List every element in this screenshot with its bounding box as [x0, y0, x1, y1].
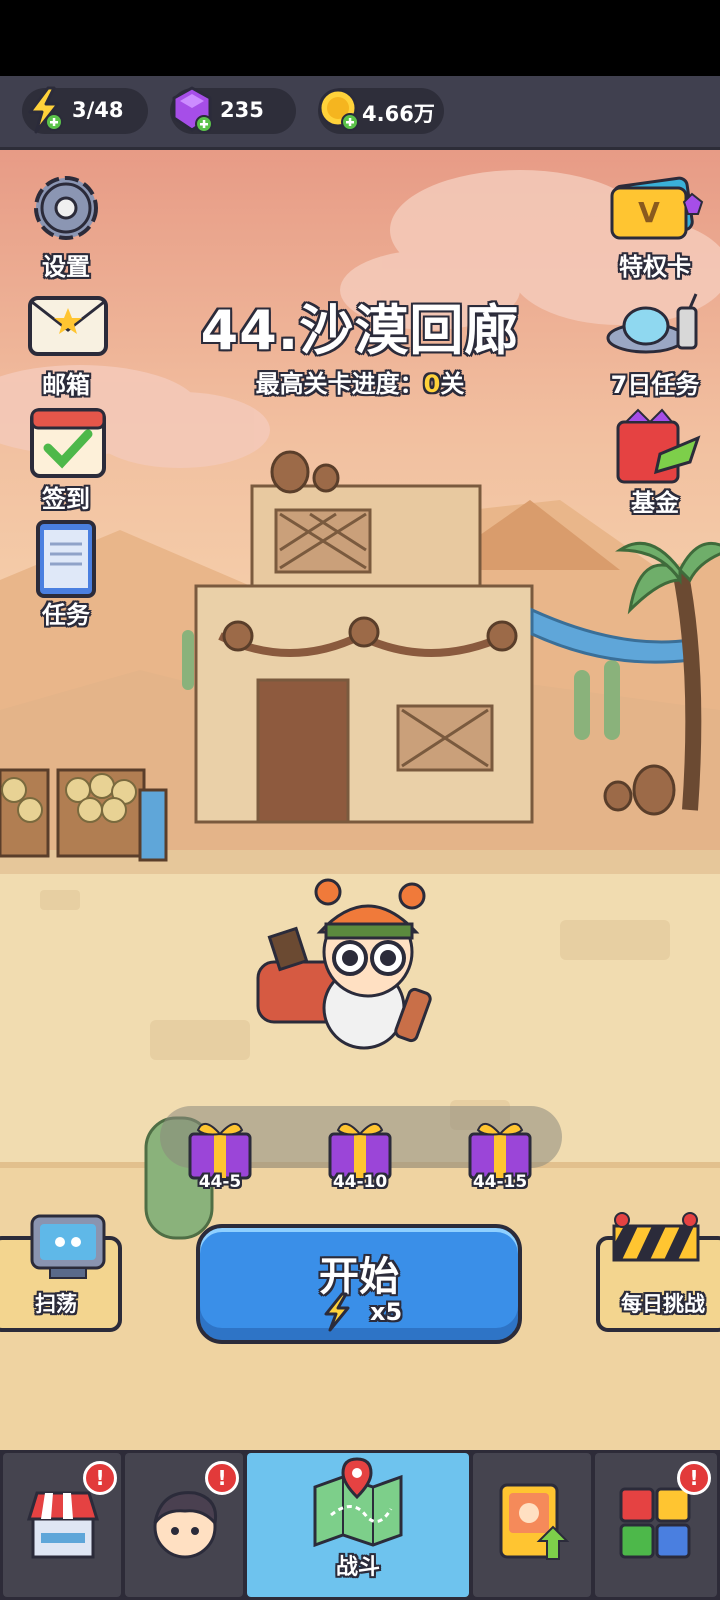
map-icon	[313, 1457, 403, 1547]
tab-battle[interactable]: 战斗	[247, 1453, 469, 1597]
daily-challenge-label: 每日挑战	[621, 1292, 705, 1316]
energy-counter[interactable]: 3/48	[22, 86, 148, 134]
barrier-icon	[612, 1212, 700, 1262]
reward-gift-2-label: 44-10	[332, 1172, 388, 1192]
gem-counter[interactable]: 235	[170, 86, 296, 134]
tab-cards[interactable]	[473, 1453, 591, 1597]
player-character[interactable]	[240, 872, 440, 1062]
settings-label: 设置	[42, 253, 90, 281]
start-battle-button[interactable]: 开始 x5	[196, 1224, 522, 1344]
fund-label: 基金	[631, 489, 679, 517]
coin-counter[interactable]: 4.66万	[318, 88, 444, 134]
reward-gift-2[interactable]: 44-10	[324, 1116, 396, 1196]
vip-card-button[interactable]: V 特权卡	[590, 172, 720, 282]
shop-alert-badge: !	[83, 1461, 117, 1495]
level-progress: 最高关卡进度：0关	[0, 364, 720, 399]
energy-value: 3/48	[72, 98, 124, 122]
hero-alert-badge: !	[205, 1461, 239, 1495]
clipboard-icon	[36, 520, 96, 598]
progress-suffix: 关	[440, 370, 465, 398]
calendar-check-icon	[30, 408, 106, 478]
gold-coin-icon	[318, 88, 359, 131]
gear-icon	[34, 176, 98, 240]
sweep-button[interactable]: 扫荡	[0, 1214, 122, 1332]
tab-battle-label: 战斗	[335, 1555, 380, 1580]
vip-card-icon: V	[610, 176, 704, 240]
lightning-icon	[324, 1292, 350, 1332]
progress-prefix: 最高关卡进度：	[255, 370, 424, 398]
reward-gift-3-label: 44-15	[472, 1172, 528, 1192]
progress-value: 0	[423, 370, 441, 398]
card-upgrade-icon	[499, 1483, 570, 1560]
puzzle-alert-badge: !	[677, 1461, 711, 1495]
checkin-button[interactable]: 签到	[6, 404, 126, 514]
puzzle-icon	[619, 1487, 691, 1559]
gift-box-icon	[468, 1123, 532, 1180]
tasks-label: 任务	[42, 601, 90, 629]
hero-icon	[153, 1491, 218, 1559]
tab-hero[interactable]: !	[125, 1453, 243, 1597]
vip-card-label: 特权卡	[619, 253, 691, 281]
start-energy-cost: x5	[370, 1298, 403, 1326]
gift-box-icon	[328, 1123, 392, 1180]
tab-puzzle[interactable]: !	[595, 1453, 717, 1597]
coin-value: 4.66万	[362, 102, 435, 126]
lightning-icon	[28, 86, 63, 134]
checkin-label: 签到	[42, 485, 90, 513]
start-label: 开始	[319, 1254, 399, 1300]
reward-gift-1-label: 44-5	[198, 1172, 242, 1192]
reward-gift-3[interactable]: 44-15	[464, 1116, 536, 1196]
sweep-label: 扫荡	[35, 1292, 77, 1316]
gem-value: 235	[220, 98, 264, 122]
settings-button[interactable]: 设置	[6, 172, 126, 282]
fund-button[interactable]: 基金	[590, 408, 720, 518]
gift-box-icon	[188, 1123, 252, 1180]
tasks-button[interactable]: 任务	[6, 520, 126, 630]
purple-gem-icon	[172, 86, 213, 133]
shop-icon	[26, 1491, 100, 1559]
monitor-icon	[30, 1214, 106, 1279]
gift-bag-icon	[616, 408, 701, 484]
tab-shop[interactable]: !	[3, 1453, 121, 1597]
reward-gift-1[interactable]: 44-5	[184, 1116, 256, 1196]
daily-challenge-button[interactable]: 每日挑战	[596, 1212, 720, 1332]
svg-text:V: V	[638, 196, 660, 229]
level-title: 44.沙漠回廊	[200, 299, 520, 362]
resource-bar: 3/48 235 4.66万	[0, 76, 720, 150]
bottom-navigation: ! ! 战斗 !	[0, 1450, 720, 1600]
